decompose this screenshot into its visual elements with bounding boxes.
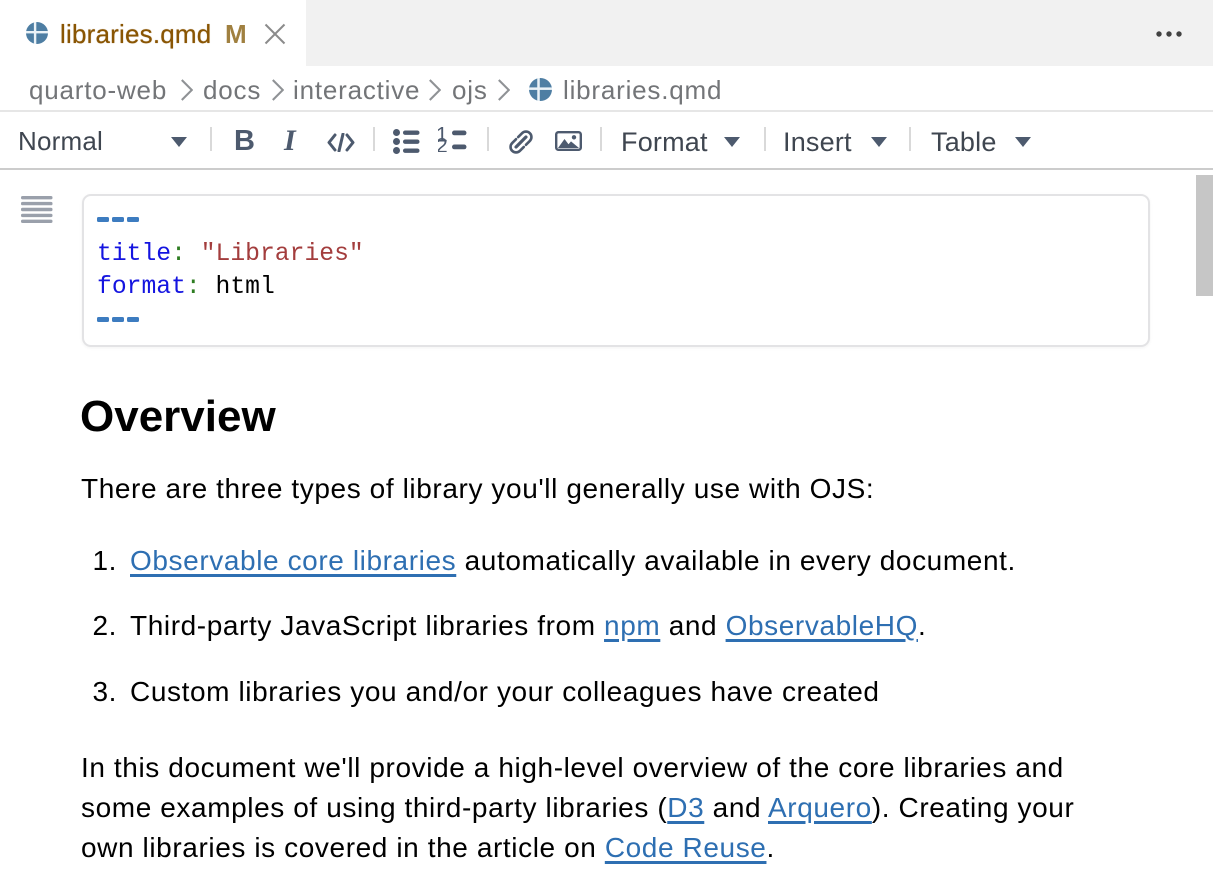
- svg-text:2: 2: [438, 135, 448, 153]
